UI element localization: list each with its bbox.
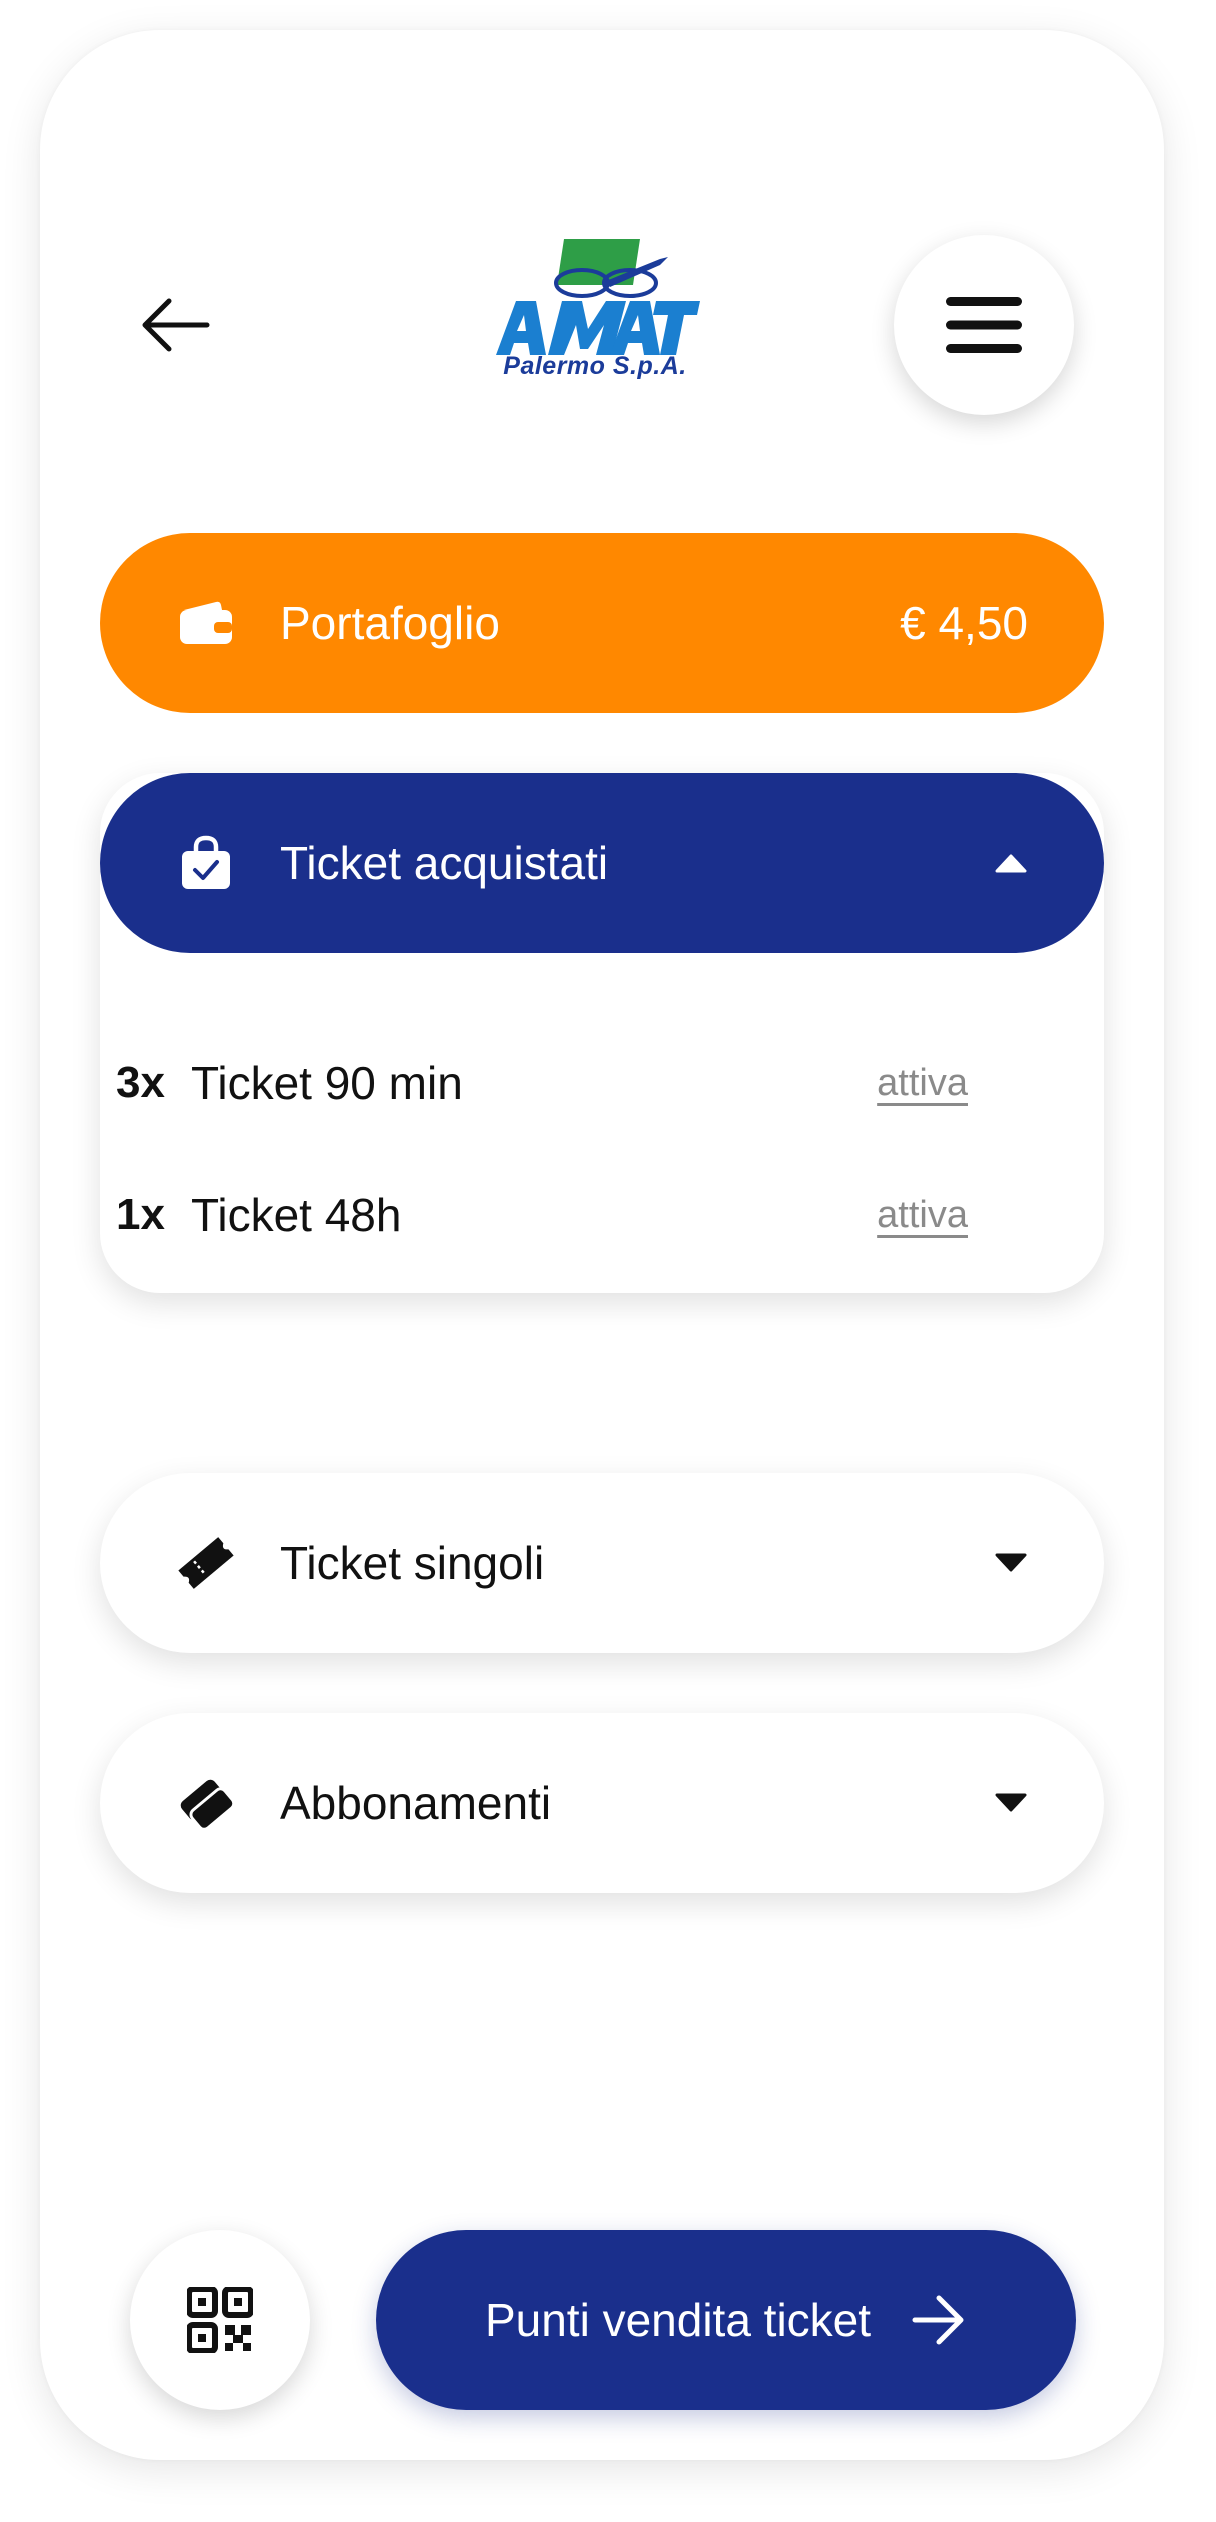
subscriptions-pill[interactable]: Abbonamenti [100, 1713, 1104, 1893]
activate-ticket-link[interactable]: attiva [877, 1062, 968, 1105]
arrow-right-icon [912, 2295, 964, 2345]
app-screen: Palermo S.p.A. Portafoglio € 4,50 Ticket… [40, 30, 1164, 2460]
arrow-left-icon [142, 298, 210, 352]
ticket-quantity: 1x [116, 1190, 165, 1239]
sales-points-button[interactable]: Punti vendita ticket [376, 2230, 1076, 2410]
hamburger-menu-icon [946, 297, 1022, 353]
ticket-icon [176, 1533, 236, 1593]
logo-subtitle: Palermo S.p.A. [503, 352, 687, 380]
wallet-icon [176, 593, 236, 653]
single-tickets-label: Ticket singoli [280, 1537, 545, 1589]
qr-code-button[interactable] [130, 2230, 310, 2410]
chevron-down-icon [995, 1793, 1027, 1812]
activate-ticket-link[interactable]: attiva [877, 1194, 968, 1237]
purchased-tickets-header[interactable]: Ticket acquistati [100, 773, 1104, 953]
back-button[interactable] [130, 280, 220, 370]
sales-points-label: Punti vendita ticket [484, 2294, 872, 2346]
ticket-name: Ticket 90 min [190, 1057, 463, 1109]
wallet-pill[interactable]: Portafoglio € 4,50 [100, 533, 1104, 713]
ticket-name: Ticket 48h [190, 1189, 402, 1241]
card-stack-icon [176, 1773, 236, 1833]
amat-logo: Palermo S.p.A. [490, 235, 710, 395]
amat-logo-mark [496, 239, 700, 355]
qr-code-icon [187, 2287, 253, 2353]
wallet-label: Portafoglio [280, 597, 500, 649]
chevron-down-icon [995, 1553, 1027, 1572]
ticket-quantity: 3x [116, 1058, 165, 1107]
menu-button[interactable] [894, 235, 1074, 415]
wallet-balance: € 4,50 [900, 597, 1028, 649]
shopping-bag-check-icon [176, 833, 236, 893]
purchased-ticket-row: 3x Ticket 90 min attiva [116, 1048, 968, 1118]
single-tickets-pill[interactable]: Ticket singoli [100, 1473, 1104, 1653]
subscriptions-label: Abbonamenti [280, 1777, 552, 1829]
chevron-up-icon [995, 854, 1027, 873]
purchased-ticket-row: 1x Ticket 48h attiva [116, 1180, 968, 1250]
purchased-tickets-label: Ticket acquistati [280, 837, 609, 889]
